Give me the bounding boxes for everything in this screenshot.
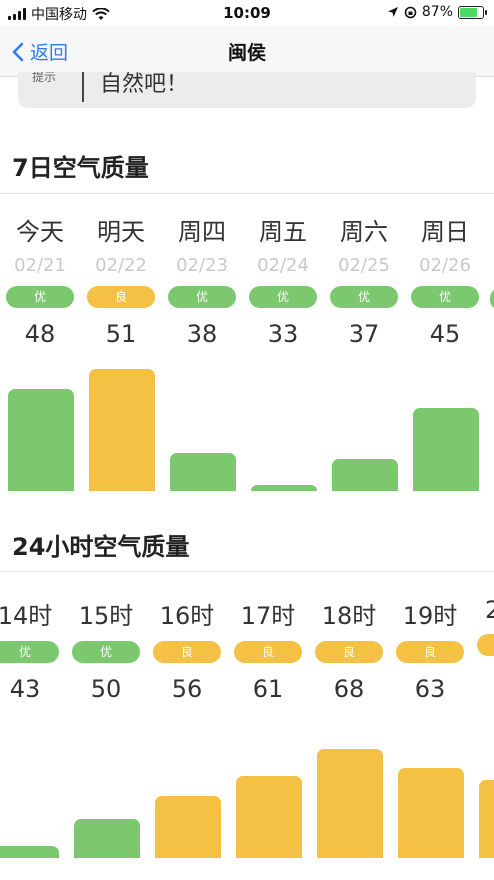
daily-aqi-bar xyxy=(8,388,74,491)
hourly-aqi-value: 60 xyxy=(471,668,494,696)
daily-day-label: 周六 xyxy=(340,218,388,246)
page-title: 闽侯 xyxy=(227,42,266,64)
daily-date-label: 02/23 xyxy=(176,255,228,276)
hourly-aqi-bar xyxy=(236,776,302,858)
daily-item-3[interactable]: 周五 02/24 优 33 xyxy=(243,194,323,348)
daily-item-2[interactable]: 周四 02/23 优 38 xyxy=(162,194,242,348)
hourly-aqi-bar xyxy=(155,795,221,858)
daily-aqi-value: 38 xyxy=(186,320,218,348)
hourly-hour-label: 14时 xyxy=(0,602,53,630)
hourly-aqi-value: 43 xyxy=(9,675,41,703)
hourly-aqi-bar xyxy=(317,748,383,858)
daily-day-label: 明天 xyxy=(97,218,145,246)
daily-date-label: 02/21 xyxy=(14,255,66,276)
daily-aqi-bar xyxy=(413,407,479,491)
hourly-hour-label: 16时 xyxy=(159,602,215,630)
hourly-level-badge: 良 xyxy=(477,634,494,656)
daily-date-label: 02/25 xyxy=(338,255,390,276)
daily-level-badge: 优 xyxy=(6,286,74,308)
tip-box: 提示 自然吧！ xyxy=(18,72,476,108)
daily-aqi-bar xyxy=(332,459,398,491)
daily-day-label: 周日 xyxy=(421,218,469,246)
daily-item-4[interactable]: 周六 02/25 优 37 xyxy=(324,194,404,348)
daily-level-badge: 良 xyxy=(87,286,155,308)
tip-text: 自然吧！ xyxy=(100,72,189,97)
daily-item-0[interactable]: 今天 02/21 优 48 xyxy=(0,194,80,348)
hourly-section-title: 24小时空气质量 xyxy=(12,533,190,561)
hourly-aqi-value: 56 xyxy=(171,675,203,703)
hourly-aqi-bar xyxy=(0,846,59,858)
daily-date-label: 02/26 xyxy=(419,255,471,276)
daily-level-badge: 优 xyxy=(330,286,398,308)
daily-date-label: 02/22 xyxy=(95,255,147,276)
hourly-item-0[interactable]: 14时优 43 xyxy=(0,572,65,703)
daily-level-badge: 优 xyxy=(249,286,317,308)
hourly-item-1[interactable]: 15时优 50 xyxy=(66,572,146,703)
hourly-level-badge: 良 xyxy=(396,641,464,663)
location-arrow-icon xyxy=(387,7,398,17)
rotation-lock-icon xyxy=(404,6,417,18)
hourly-aqi-bar xyxy=(74,819,140,858)
hourly-item-5[interactable]: 19时良 63 xyxy=(390,572,470,703)
hourly-hour-label: 17时 xyxy=(240,602,296,630)
hourly-aqi-strip[interactable]: 14时优4315时优5016时良5617时良6118时良6819时良632良60 xyxy=(0,572,494,860)
daily-level-badge: 优 xyxy=(411,286,479,308)
hourly-aqi-value: 50 xyxy=(90,675,122,703)
hourly-hour-label: 18时 xyxy=(321,602,377,630)
daily-day-label: 周五 xyxy=(259,218,307,246)
daily-date-label: 02/24 xyxy=(257,255,309,276)
daily-aqi-value: 45 xyxy=(429,320,461,348)
hourly-aqi-value: 68 xyxy=(333,675,365,703)
daily-item-1[interactable]: 明天 02/22 良 51 xyxy=(81,194,161,348)
daily-aqi-bar xyxy=(89,369,155,491)
tip-label: 提示 xyxy=(32,72,57,84)
daily-day-label: 今天 xyxy=(16,218,64,246)
daily-item-5[interactable]: 周日 02/26 优 45 xyxy=(405,194,485,348)
hourly-item-4[interactable]: 18时良 68 xyxy=(309,572,389,703)
hourly-level-badge: 优 xyxy=(0,641,59,663)
daily-section-title: 7日空气质量 xyxy=(12,154,149,182)
daily-aqi-value: 37 xyxy=(348,320,380,348)
tip-divider xyxy=(82,72,84,102)
hourly-level-badge: 良 xyxy=(315,641,383,663)
daily-aqi-bar xyxy=(170,452,236,491)
hourly-item-2[interactable]: 16时良 56 xyxy=(147,572,227,703)
daily-aqi-bar xyxy=(251,484,317,491)
daily-aqi-value: 51 xyxy=(105,320,137,348)
hourly-hour-label: 15时 xyxy=(78,602,134,630)
hourly-aqi-bar xyxy=(398,768,464,858)
hourly-hour-label: 19时 xyxy=(402,602,458,630)
daily-level-badge: 优 xyxy=(168,286,236,308)
hourly-item-6[interactable]: 2 良 60 xyxy=(471,572,494,696)
daily-next-badge-peek xyxy=(490,288,494,310)
daily-aqi-strip[interactable]: 今天 02/21 优 48 明天 02/22 良 51 周四 02/23 优 38 周五 02/24 优 33… xyxy=(0,194,494,494)
hourly-hour-label: 2 xyxy=(485,596,494,624)
daily-aqi-value: 48 xyxy=(24,320,56,348)
navigation-bar: 返回 闽侯 xyxy=(0,26,494,77)
battery-percent: 87% xyxy=(421,4,453,20)
battery-charging-icon xyxy=(458,5,487,19)
hourly-aqi-value: 63 xyxy=(414,675,446,703)
hourly-aqi-value: 61 xyxy=(252,675,284,703)
hourly-level-badge: 优 xyxy=(72,641,140,663)
hourly-aqi-bar xyxy=(479,780,494,858)
daily-day-label: 周四 xyxy=(178,218,226,246)
status-right: 87% xyxy=(387,4,487,20)
hourly-level-badge: 良 xyxy=(153,641,221,663)
hourly-item-3[interactable]: 17时良 61 xyxy=(228,572,308,703)
status-bar: 中国移动 10:09 87% xyxy=(0,0,494,26)
hourly-level-badge: 良 xyxy=(234,641,302,663)
daily-aqi-value: 33 xyxy=(267,320,299,348)
